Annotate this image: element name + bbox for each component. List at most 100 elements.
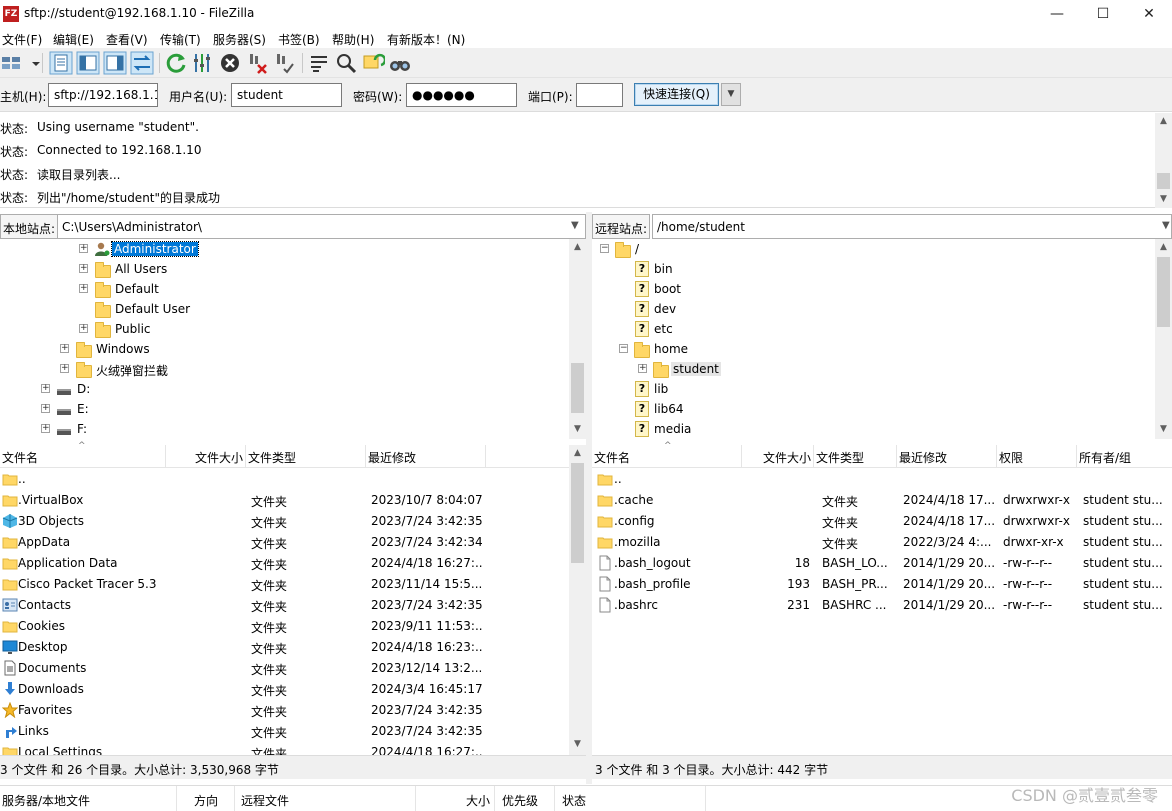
tree-node[interactable]: − /	[592, 239, 1152, 259]
reconnect-icon[interactable]	[272, 51, 296, 75]
tree-node-label[interactable]: student	[671, 362, 721, 376]
column-header-permissions[interactable]: 权限	[997, 445, 1077, 468]
table-row[interactable]: ..	[592, 468, 1172, 489]
toggle-transfer-queue-icon[interactable]	[130, 51, 154, 75]
username-input[interactable]: student	[231, 83, 342, 107]
tree-node[interactable]: Default User	[0, 299, 560, 319]
tree-node-label[interactable]: boot	[652, 282, 683, 296]
table-row[interactable]: Cookies 文件夹 2023/9/11 11:53:...	[0, 615, 568, 636]
table-row[interactable]: ..	[0, 468, 568, 489]
tree-node[interactable]: + F:	[0, 419, 560, 439]
chevron-down-icon[interactable]: ▼	[571, 220, 579, 231]
tree-node-label[interactable]: lib64	[652, 402, 686, 416]
site-manager-icon[interactable]	[0, 51, 24, 75]
tree-node-label[interactable]: E:	[75, 402, 91, 416]
tree-node-label[interactable]: 火绒弹窗拦截	[94, 362, 170, 379]
table-row[interactable]: .bash_logout 18 BASH_LO... 2014/1/29 20... -…	[592, 552, 1172, 573]
tree-node-label[interactable]: etc	[652, 322, 675, 336]
expand-icon[interactable]: +	[79, 284, 88, 293]
expand-icon[interactable]: +	[79, 324, 88, 333]
menu-transfer[interactable]: 传输(T)	[160, 31, 201, 48]
maximize-button[interactable]: ☐	[1080, 0, 1126, 28]
tree-node-label[interactable]: F:	[75, 422, 89, 436]
scroll-up-icon[interactable]: ▲	[569, 445, 586, 462]
expand-icon[interactable]: +	[79, 264, 88, 273]
toggle-remote-tree-icon[interactable]	[103, 51, 127, 75]
minimize-button[interactable]: —	[1034, 0, 1080, 28]
queue-column-local-file[interactable]: 服务器/本地文件	[2, 792, 90, 809]
local-tree-scrollbar[interactable]: ▲ ▼	[569, 239, 586, 439]
table-row[interactable]: Downloads 文件夹 2024/3/4 16:45:17	[0, 678, 568, 699]
column-header-filetype[interactable]: 文件类型	[246, 445, 366, 468]
tree-node[interactable]: ? bin	[592, 259, 1152, 279]
tree-node[interactable]: ? dev	[592, 299, 1152, 319]
tree-node[interactable]: + Administrator	[0, 239, 560, 259]
tree-node[interactable]: + All Users	[0, 259, 560, 279]
table-row[interactable]: .bashrc 231 BASHRC ... 2014/1/29 20... -rw-r…	[592, 594, 1172, 615]
tree-node[interactable]: + E:	[0, 399, 560, 419]
column-header-owner[interactable]: 所有者/组	[1077, 445, 1172, 468]
site-manager-dropdown-icon[interactable]	[24, 51, 40, 75]
toggle-log-icon[interactable]	[49, 51, 73, 75]
scrollbar-thumb[interactable]	[571, 363, 584, 413]
synchronized-browsing-icon[interactable]	[361, 51, 387, 75]
log-scrollbar[interactable]: ▲ ▼	[1155, 113, 1172, 208]
tree-node-label[interactable]: Default User	[113, 302, 192, 316]
remote-path-input[interactable]: /home/student	[652, 214, 1172, 239]
table-row[interactable]: .config 文件夹 2024/4/18 17... drwxrwxr-x stude…	[592, 510, 1172, 531]
table-row[interactable]: Application Data 文件夹 2024/4/18 16:27:...	[0, 552, 568, 573]
expand-icon[interactable]: +	[41, 404, 50, 413]
menu-server[interactable]: 服务器(S)	[213, 31, 266, 48]
host-input[interactable]: sftp://192.168.1.10	[48, 83, 158, 107]
expand-icon[interactable]: +	[60, 364, 69, 373]
tree-node-label[interactable]: D:	[75, 382, 92, 396]
queue-column-status[interactable]: 状态	[562, 792, 586, 809]
scroll-up-icon[interactable]: ▲	[569, 239, 586, 256]
expand-icon[interactable]: +	[60, 344, 69, 353]
search-remote-files-icon[interactable]	[388, 51, 412, 75]
menu-new-version[interactable]: 有新版本！(N)	[387, 31, 465, 48]
table-row[interactable]: Desktop 文件夹 2024/4/18 16:23:...	[0, 636, 568, 657]
local-path-input[interactable]: C:\Users\Administrator\	[57, 214, 586, 239]
tree-node-label[interactable]: Public	[113, 322, 153, 336]
menu-view[interactable]: 查看(V)	[106, 31, 148, 48]
tree-node[interactable]: ? etc	[592, 319, 1152, 339]
disconnect-icon[interactable]	[245, 51, 269, 75]
collapse-icon[interactable]: −	[600, 244, 609, 253]
table-row[interactable]: .bash_profile 193 BASH_PR... 2014/1/29 20..…	[592, 573, 1172, 594]
expand-icon[interactable]: +	[79, 244, 88, 253]
collapse-icon[interactable]: −	[619, 344, 628, 353]
filter-icon[interactable]	[307, 51, 331, 75]
pane-splitter[interactable]	[586, 212, 592, 784]
scroll-down-icon[interactable]: ▼	[569, 421, 586, 438]
expand-icon[interactable]: +	[41, 424, 50, 433]
tree-node[interactable]: ? lib	[592, 379, 1152, 399]
column-header-filesize[interactable]: 文件大小	[742, 445, 814, 468]
scroll-down-icon[interactable]: ▼	[1155, 191, 1172, 208]
tree-node-label[interactable]: lib	[652, 382, 670, 396]
scrollbar-thumb[interactable]	[1157, 173, 1170, 189]
tree-node[interactable]: + 火绒弹窗拦截	[0, 359, 560, 379]
tree-node-label[interactable]: Administrator	[111, 241, 199, 257]
tree-node-label[interactable]: home	[652, 342, 690, 356]
tree-node[interactable]: + D:	[0, 379, 560, 399]
cancel-operation-icon[interactable]	[218, 51, 242, 75]
expand-icon[interactable]: +	[41, 384, 50, 393]
table-row[interactable]: Links 文件夹 2023/7/24 3:42:35	[0, 720, 568, 741]
column-header-modified[interactable]: 最近修改	[897, 445, 997, 468]
chevron-down-icon[interactable]: ▼	[721, 83, 741, 106]
scroll-down-icon[interactable]: ▼	[569, 736, 586, 753]
table-row[interactable]: Cisco Packet Tracer 5.3 文件夹 2023/11/14 15:…	[0, 573, 568, 594]
toggle-local-tree-icon[interactable]	[76, 51, 100, 75]
menu-file[interactable]: 文件(F)	[2, 31, 42, 48]
table-row[interactable]: .mozilla 文件夹 2022/3/24 4:... drwxr-xr-x stud…	[592, 531, 1172, 552]
chevron-down-icon[interactable]: ▼	[1162, 220, 1170, 231]
column-header-filesize[interactable]: 文件大小	[166, 445, 246, 468]
table-row[interactable]: Local Settings 文件夹 2024/4/18 16:27:...	[0, 741, 568, 755]
table-row[interactable]: Favorites 文件夹 2023/7/24 3:42:35	[0, 699, 568, 720]
process-queue-icon[interactable]	[191, 51, 215, 75]
scroll-down-icon[interactable]: ▼	[1155, 421, 1172, 438]
tree-node-label[interactable]: bin	[652, 262, 675, 276]
tree-node[interactable]: − home	[592, 339, 1152, 359]
port-input[interactable]	[576, 83, 623, 107]
